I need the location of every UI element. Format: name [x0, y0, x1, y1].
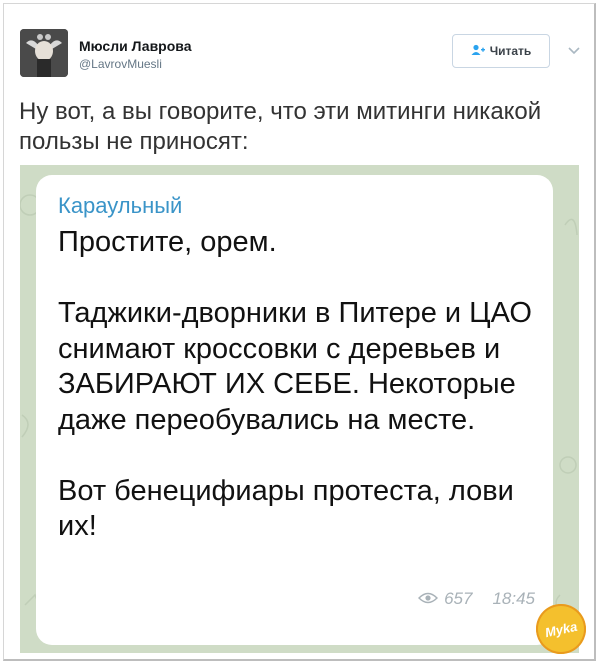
tweet-media-image[interactable]: Караульный Простите, орем. Таджики-дворн…: [20, 165, 579, 653]
message-views: 657: [444, 589, 473, 608]
eye-icon: [418, 589, 439, 609]
follow-button-label: Читать: [489, 44, 532, 58]
author-name[interactable]: Мюсли Лаврова: [79, 38, 192, 54]
author-handle[interactable]: @LavrovMuesli: [79, 57, 162, 71]
message-body: Простите, орем. Таджики-дворники в Питер…: [58, 226, 532, 542]
chat-message-bubble: Караульный Простите, орем. Таджики-дворн…: [36, 175, 553, 645]
tweet-text: Ну вот, а вы говорите, что эти митинги н…: [19, 98, 542, 155]
chevron-down-icon[interactable]: [567, 44, 581, 58]
message-meta: 657 18:45: [418, 589, 535, 609]
add-user-icon: [471, 44, 485, 59]
message-sender: Караульный: [58, 193, 183, 218]
follow-button[interactable]: Читать: [452, 34, 550, 68]
double-headed-eagle-avatar-icon: [20, 29, 68, 77]
author-avatar[interactable]: [20, 29, 68, 77]
message-time: 18:45: [492, 589, 535, 608]
